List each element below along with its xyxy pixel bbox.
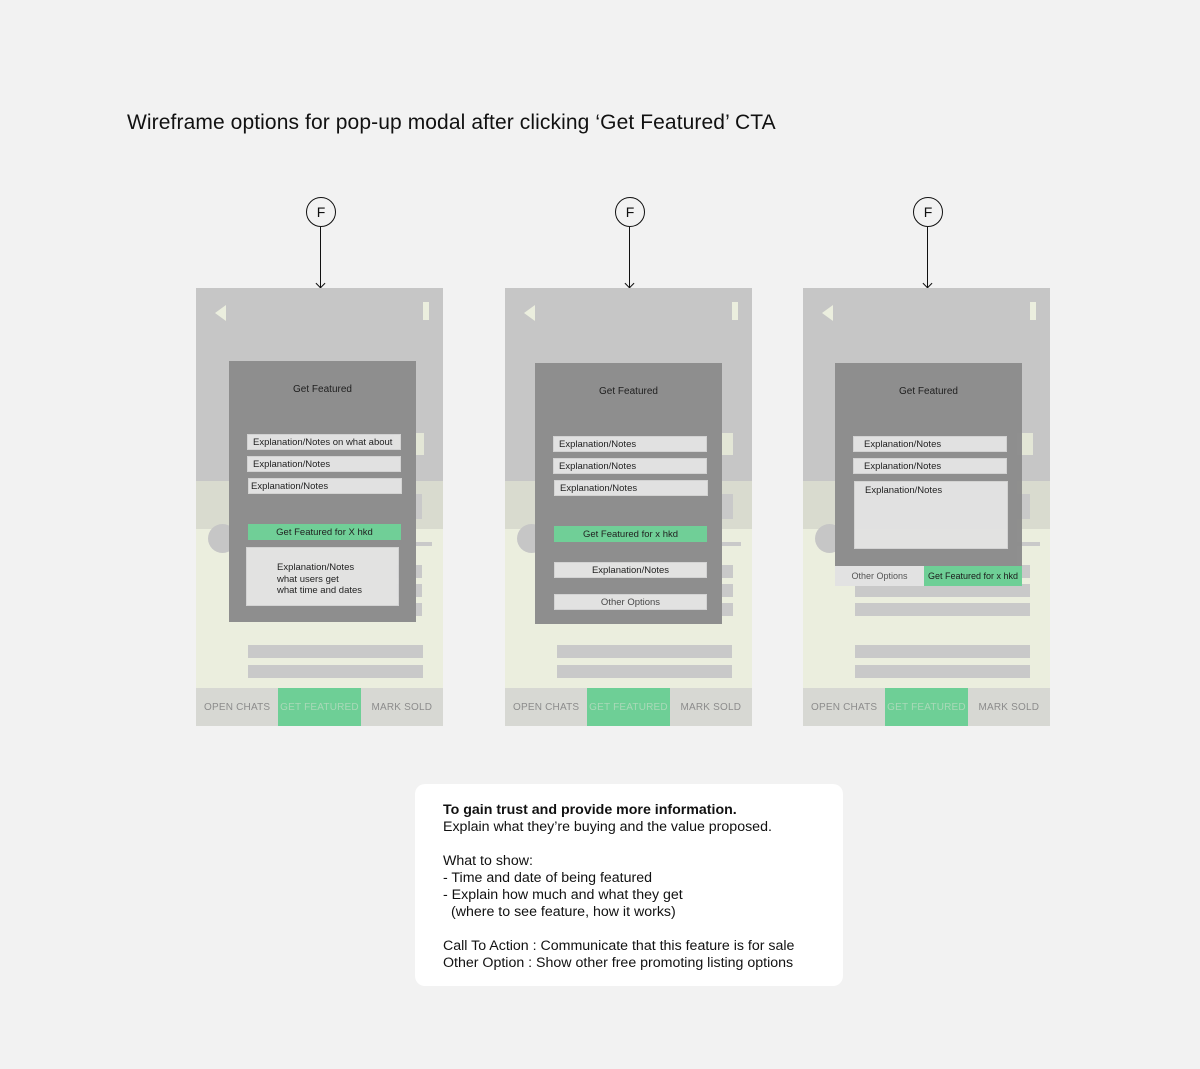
notes-box: Explanation/Notes what users get what ti…	[246, 547, 399, 606]
nav-mark-sold[interactable]: MARK SOLD	[360, 688, 443, 726]
modal-title: Get Featured	[899, 386, 958, 397]
notes-field: Explanation/Notes	[553, 436, 707, 452]
notes-field: Explanation/Notes	[248, 478, 402, 494]
nav-get-featured[interactable]: GET FEATURED	[885, 688, 968, 726]
phone-wireframe-option-1: Get Featured Explanation/Notes on what a…	[196, 288, 443, 726]
arrow-down-icon	[624, 278, 635, 289]
bg-placeholder	[855, 645, 1030, 658]
notes-field: Explanation/Notes on what about	[247, 434, 401, 450]
feature-marker-icon: F	[306, 197, 336, 227]
bottom-nav: OPEN CHATS GET FEATURED MARK SOLD	[196, 688, 443, 726]
bg-placeholder	[248, 645, 423, 658]
notes-field: Explanation/Notes	[554, 480, 708, 496]
arrow-down-icon	[922, 278, 933, 289]
get-featured-cta-button[interactable]: Get Featured for x hkd	[554, 526, 707, 542]
other-options-button[interactable]: Other Options	[554, 594, 707, 610]
notes-text: Other Option : Show other free promoting…	[443, 955, 794, 971]
nav-get-featured[interactable]: GET FEATURED	[278, 688, 361, 726]
notes-field: Explanation/Notes	[853, 436, 1007, 452]
bg-placeholder	[557, 645, 732, 658]
get-featured-modal: Get Featured Explanation/Notes Explanati…	[535, 363, 722, 624]
nav-mark-sold[interactable]: MARK SOLD	[967, 688, 1050, 726]
marker-label: F	[316, 204, 326, 220]
get-featured-cta-button[interactable]: Get Featured for X hkd	[248, 524, 401, 540]
feature-marker-icon: F	[913, 197, 943, 227]
get-featured-modal: Get Featured Explanation/Notes Explanati…	[835, 363, 1022, 566]
other-options-button[interactable]: Other Options	[835, 566, 924, 586]
bg-placeholder	[248, 665, 423, 678]
notes-line: Explanation/Notes	[277, 562, 355, 573]
bg-placeholder	[855, 603, 1030, 616]
bg-placeholder	[855, 665, 1030, 678]
notes-field: Explanation/Notes	[554, 562, 707, 578]
notes-bullet: - Explain how much and what they get	[443, 887, 683, 903]
menu-icon[interactable]	[1030, 302, 1036, 320]
nav-get-featured[interactable]: GET FEATURED	[587, 688, 670, 726]
back-icon[interactable]	[524, 305, 535, 321]
nav-open-chats[interactable]: OPEN CHATS	[505, 688, 588, 726]
phone-wireframe-option-3: Get Featured Explanation/Notes Explanati…	[803, 288, 1050, 726]
nav-open-chats[interactable]: OPEN CHATS	[196, 688, 279, 726]
notes-field: Explanation/Notes	[553, 458, 707, 474]
notes-field: Explanation/Notes	[247, 456, 401, 472]
notes-text: Call To Action : Communicate that this f…	[443, 938, 795, 954]
nav-mark-sold[interactable]: MARK SOLD	[669, 688, 752, 726]
arrow-down-icon	[315, 278, 326, 289]
feature-marker-icon: F	[615, 197, 645, 227]
menu-icon[interactable]	[423, 302, 429, 320]
back-icon[interactable]	[822, 305, 833, 321]
bg-placeholder	[557, 665, 732, 678]
notes-bullet-sub: (where to see feature, how it works)	[451, 904, 676, 920]
notes-card: To gain trust and provide more informati…	[415, 784, 843, 986]
back-icon[interactable]	[215, 305, 226, 321]
bottom-nav: OPEN CHATS GET FEATURED MARK SOLD	[505, 688, 752, 726]
menu-icon[interactable]	[732, 302, 738, 320]
page-title: Wireframe options for pop-up modal after…	[127, 111, 776, 134]
modal-title: Get Featured	[599, 386, 658, 397]
marker-label: F	[625, 204, 635, 220]
modal-title: Get Featured	[293, 384, 352, 395]
marker-label: F	[923, 204, 933, 220]
notes-text: Explain what they’re buying and the valu…	[443, 819, 772, 835]
notes-text: What to show:	[443, 853, 533, 869]
notes-textarea: Explanation/Notes	[854, 481, 1008, 549]
notes-heading: To gain trust and provide more informati…	[443, 802, 737, 818]
get-featured-cta-button[interactable]: Get Featured for x hkd	[924, 566, 1022, 586]
notes-bullet: - Time and date of being featured	[443, 870, 653, 886]
notes-line: what time and dates	[277, 585, 363, 596]
phone-wireframe-option-2: Get Featured Explanation/Notes Explanati…	[505, 288, 752, 726]
notes-field: Explanation/Notes	[853, 458, 1007, 474]
get-featured-modal: Get Featured Explanation/Notes on what a…	[229, 361, 416, 622]
nav-open-chats[interactable]: OPEN CHATS	[803, 688, 886, 726]
notes-line: what users get	[277, 573, 339, 585]
bottom-nav: OPEN CHATS GET FEATURED MARK SOLD	[803, 688, 1050, 726]
